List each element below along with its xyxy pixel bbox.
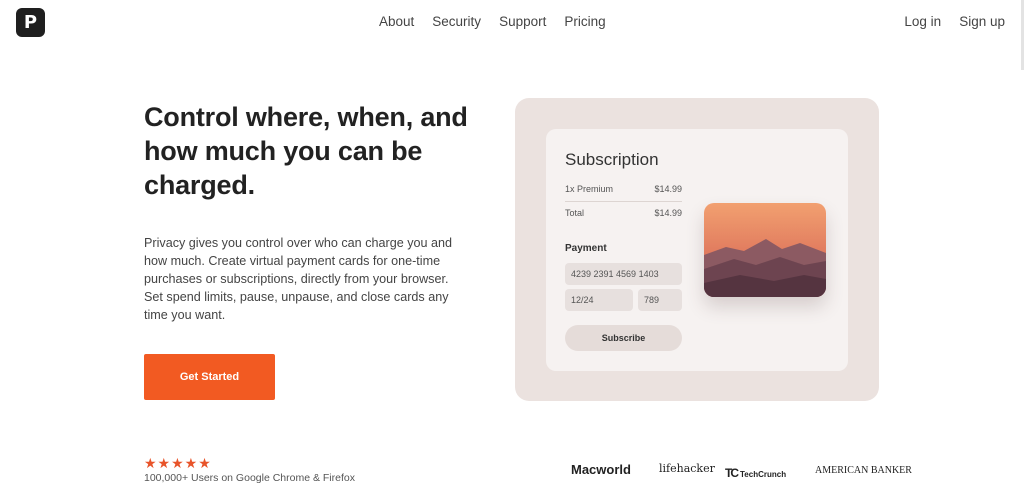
card-number-field: 4239 2391 4569 1403 <box>565 263 682 285</box>
techcrunch-mark: TC <box>725 466 739 480</box>
login-link[interactable]: Log in <box>904 14 941 29</box>
mountain-sunset-image <box>704 203 826 297</box>
nav-pricing[interactable]: Pricing <box>564 14 605 29</box>
get-started-button[interactable]: Get Started <box>144 354 275 400</box>
cvc-field: 789 <box>638 289 682 311</box>
expiry-field: 12/24 <box>565 289 633 311</box>
subscription-title: Subscription <box>565 150 659 169</box>
logo-letter: P <box>23 12 38 33</box>
macworld-logo: Macworld <box>571 462 631 477</box>
total-row: Total $14.99 <box>565 208 682 218</box>
subscribe-button: Subscribe <box>565 325 682 351</box>
nav-about[interactable]: About <box>379 14 414 29</box>
line-item-label: 1x Premium <box>565 184 614 194</box>
payment-label: Payment <box>565 243 607 254</box>
main-nav: About Security Support Pricing <box>379 14 624 29</box>
logo[interactable]: P <box>16 8 45 37</box>
total-price: $14.99 <box>654 208 682 218</box>
line-item-price: $14.99 <box>654 184 682 194</box>
american-banker-logo: AMERICAN BANKER <box>815 465 912 476</box>
hero-description: Privacy gives you control over who can c… <box>144 236 453 322</box>
signup-link[interactable]: Sign up <box>959 14 1005 29</box>
user-count: 100,000+ Users on Google Chrome & Firefo… <box>144 472 355 483</box>
rating-stars: ★★★★★ <box>144 455 212 471</box>
auth-links: Log in Sign up <box>886 14 1005 29</box>
hero-headline: Control where, when, and how much you ca… <box>144 102 468 200</box>
total-label: Total <box>565 208 585 218</box>
line-item-row: 1x Premium $14.99 <box>565 184 682 194</box>
lifehacker-logo: lifehacker <box>659 462 715 475</box>
nav-support[interactable]: Support <box>499 14 546 29</box>
techcrunch-logo: TC TechCrunch <box>725 466 786 480</box>
nav-security[interactable]: Security <box>432 14 481 29</box>
divider <box>565 201 682 202</box>
techcrunch-text: TechCrunch <box>740 470 787 479</box>
